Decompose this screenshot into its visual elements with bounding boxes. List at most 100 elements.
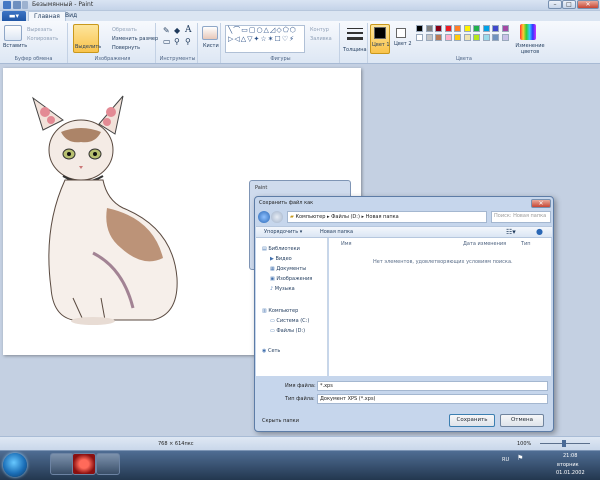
palette-swatch[interactable] xyxy=(444,25,452,32)
paint-dialog-title: Paint xyxy=(255,185,268,191)
cancel-button[interactable]: Отмена xyxy=(500,414,544,427)
hide-folders-button[interactable]: Скрыть папки xyxy=(262,418,299,424)
paint-taskbar-icon[interactable] xyxy=(96,453,120,475)
start-button[interactable] xyxy=(3,453,27,477)
nav-item[interactable]: ♪ Музыка xyxy=(270,286,295,292)
palette-swatch[interactable] xyxy=(473,25,480,32)
color2-button[interactable]: Цвет 2 xyxy=(393,24,413,54)
select-label: Выделить xyxy=(75,44,102,50)
opera-taskbar-icon[interactable] xyxy=(72,453,96,475)
clock-time[interactable]: 21:08 xyxy=(563,453,577,459)
color1-button[interactable]: Цвет 1 xyxy=(370,24,390,54)
folder-icon: ▰ xyxy=(290,214,294,220)
palette-swatch[interactable] xyxy=(425,25,433,32)
nav-item[interactable]: ◉ Сеть xyxy=(262,348,280,354)
crop-button[interactable]: Обрезать xyxy=(112,27,137,33)
filename-input[interactable]: *.xps xyxy=(317,381,548,391)
column-date[interactable]: Дата изменения xyxy=(463,241,506,247)
edit-colors-button[interactable]: Изменение цветов xyxy=(515,43,545,55)
forward-arrow-icon[interactable] xyxy=(271,211,283,223)
palette-swatch[interactable] xyxy=(435,34,442,41)
text-tool-icon[interactable]: A xyxy=(185,25,192,35)
nav-item[interactable]: ▭ Файлы (D:) xyxy=(270,328,305,334)
explorer-taskbar-icon[interactable] xyxy=(50,453,74,475)
save-as-dialog: Сохранить файл как ✕ ▰ Компьютер ▸ Файлы… xyxy=(254,196,554,432)
flag-icon[interactable]: ⚑ xyxy=(517,454,523,462)
pencil-icon[interactable]: ✎ xyxy=(163,26,170,35)
column-type[interactable]: Тип xyxy=(521,241,531,247)
palette-swatch[interactable] xyxy=(501,34,509,41)
minimize-button[interactable]: – xyxy=(548,0,562,9)
palette-swatch[interactable] xyxy=(473,34,480,41)
help-icon[interactable]: ● xyxy=(536,227,543,236)
palette-swatch[interactable] xyxy=(492,25,499,32)
undo-quick-icon[interactable] xyxy=(22,1,28,9)
palette-swatch[interactable] xyxy=(482,34,490,41)
nav-item[interactable]: ▤ Библиотеки xyxy=(262,246,300,252)
save-button[interactable]: Сохранить xyxy=(449,414,495,427)
nav-item[interactable]: ▭ Система (C:) xyxy=(270,318,309,324)
paste-button[interactable]: Вставить xyxy=(3,43,27,49)
palette-swatch[interactable] xyxy=(454,34,461,41)
palette-swatch[interactable] xyxy=(444,34,452,41)
window-title: Безымянный - Paint xyxy=(32,1,94,8)
copy-button[interactable]: Копировать xyxy=(27,36,58,42)
nav-item[interactable]: ▦ Документы xyxy=(270,266,306,272)
filetype-select[interactable]: Документ XPS (*.xps) xyxy=(317,394,548,404)
palette-swatch[interactable] xyxy=(425,34,433,41)
outline-dropdown[interactable]: Контур xyxy=(310,27,329,33)
rotate-button[interactable]: Повернуть xyxy=(112,45,140,51)
shapes-group-label: Фигуры xyxy=(270,56,291,62)
brush-icon[interactable] xyxy=(202,26,218,40)
color-picker-icon[interactable]: ⚲ xyxy=(174,37,180,46)
nav-item[interactable]: ▶ Видео xyxy=(270,256,292,262)
nav-item-label: Документы xyxy=(276,266,307,272)
back-arrow-icon[interactable] xyxy=(258,211,270,223)
filetype-label: Тип файла: xyxy=(285,396,315,402)
nav-item-label: Видео xyxy=(275,256,292,262)
breadcrumb-2[interactable]: Новая папка xyxy=(366,214,399,220)
cut-button[interactable]: Вырезать xyxy=(27,27,52,33)
view-options-icon[interactable]: ☷▾ xyxy=(506,228,516,236)
organize-button[interactable]: Упорядочить ▾ xyxy=(264,229,302,235)
size-button[interactable]: Толщина xyxy=(343,47,367,53)
palette-swatch[interactable] xyxy=(492,34,499,41)
close-button[interactable]: ✕ xyxy=(577,0,599,9)
eraser-icon[interactable]: ▭ xyxy=(163,37,171,46)
brushes-button[interactable]: Кисти xyxy=(203,43,219,49)
shapes-group: ╲⌒▭▢○△◿◇⬠⬡ ▷◁△▽✦☆✶☐♡⚡ Контур Заливка Фигу… xyxy=(222,23,340,63)
edit-colors-icon[interactable] xyxy=(520,24,536,40)
save-quick-icon[interactable] xyxy=(13,1,21,9)
maximize-button[interactable]: □ xyxy=(562,0,576,9)
nav-item[interactable]: ▣ Изображения xyxy=(270,276,312,282)
palette-swatch[interactable] xyxy=(416,25,423,32)
paint-app-icon[interactable] xyxy=(3,1,11,9)
zoom-slider-thumb[interactable] xyxy=(562,440,566,447)
clock-day: вторник xyxy=(557,462,579,468)
fill-icon[interactable]: ◆ xyxy=(174,26,180,35)
column-name[interactable]: Имя xyxy=(341,241,352,247)
resize-button[interactable]: Изменить размер xyxy=(112,36,158,42)
palette-swatch[interactable] xyxy=(482,25,490,32)
palette-swatch[interactable] xyxy=(463,34,471,41)
palette-swatch[interactable] xyxy=(501,25,509,32)
fill-dropdown[interactable]: Заливка xyxy=(310,36,332,42)
new-folder-button[interactable]: Новая папка xyxy=(320,229,353,235)
palette-swatch[interactable] xyxy=(416,34,423,41)
search-input[interactable]: Поиск: Новая папка xyxy=(491,211,551,223)
magnifier-icon[interactable]: ⚲ xyxy=(185,37,191,46)
address-bar[interactable]: ▰ Компьютер ▸ Файлы (D:) ▸ Новая папка xyxy=(287,211,487,223)
dialog-toolbar: Упорядочить ▾ Новая папка ☷▾ ● xyxy=(256,226,552,238)
paste-icon[interactable] xyxy=(4,25,22,41)
breadcrumb-0[interactable]: Компьютер xyxy=(295,214,325,220)
palette-swatch[interactable] xyxy=(463,25,471,32)
palette-swatch[interactable] xyxy=(454,25,461,32)
tab-view[interactable]: Вид xyxy=(60,11,82,21)
file-menu-button[interactable]: ▬▾ xyxy=(2,11,26,21)
breadcrumb-1[interactable]: Файлы (D:) xyxy=(331,214,360,220)
palette-swatch[interactable] xyxy=(435,25,442,32)
dialog-close-button[interactable]: ✕ xyxy=(531,199,551,208)
shapes-gallery[interactable]: ╲⌒▭▢○△◿◇⬠⬡ ▷◁△▽✦☆✶☐♡⚡ xyxy=(225,25,305,53)
language-indicator[interactable]: RU xyxy=(502,457,509,463)
nav-item[interactable]: ▥ Компьютер xyxy=(262,308,298,314)
